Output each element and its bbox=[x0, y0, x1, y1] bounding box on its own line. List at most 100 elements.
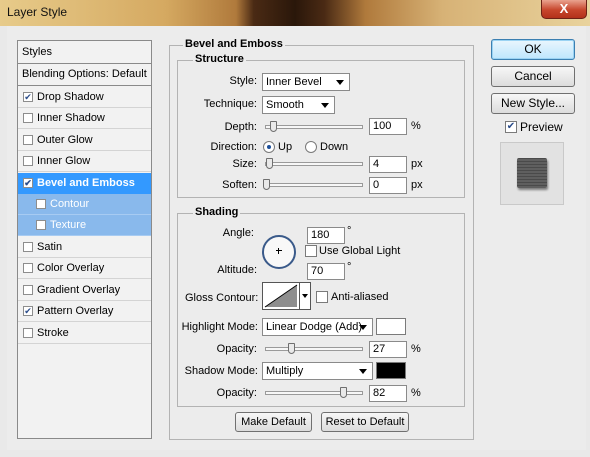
outer-glow-checkbox[interactable] bbox=[23, 135, 33, 145]
anti-aliased-checkbox[interactable] bbox=[316, 291, 328, 303]
depth-input[interactable]: 100 bbox=[369, 118, 407, 135]
close-button[interactable]: X bbox=[541, 0, 587, 19]
highlight-color-swatch[interactable] bbox=[376, 318, 406, 335]
style-item-label: Pattern Overlay bbox=[37, 305, 114, 317]
altitude-input[interactable]: 70 bbox=[307, 263, 345, 280]
shadow-mode-select[interactable]: Multiply bbox=[262, 362, 373, 380]
preview-label: Preview bbox=[520, 120, 563, 134]
soften-input[interactable]: 0 bbox=[369, 177, 407, 194]
reset-default-button[interactable]: Reset to Default bbox=[321, 412, 409, 432]
shadow-opacity-unit: % bbox=[411, 387, 421, 399]
style-label: Style: bbox=[229, 75, 257, 87]
style-item-inner-glow[interactable]: Inner Glow bbox=[18, 151, 151, 172]
shading-title: Shading bbox=[193, 206, 241, 218]
gradient-overlay-checkbox[interactable] bbox=[23, 285, 33, 295]
highlight-opacity-label: Opacity: bbox=[216, 343, 257, 355]
style-item-gradient-overlay[interactable]: Gradient Overlay bbox=[18, 280, 151, 301]
style-item-inner-shadow[interactable]: Inner Shadow bbox=[18, 108, 151, 129]
style-item-label: Inner Shadow bbox=[37, 112, 105, 124]
inner-glow-checkbox[interactable] bbox=[23, 156, 33, 166]
highlight-mode-value: Linear Dodge (Add) bbox=[266, 321, 363, 333]
direction-down-radio[interactable] bbox=[305, 141, 317, 153]
cancel-button[interactable]: Cancel bbox=[491, 66, 575, 87]
technique-select[interactable]: Smooth bbox=[262, 96, 335, 114]
color-overlay-checkbox[interactable] bbox=[23, 263, 33, 273]
style-item-label: Drop Shadow bbox=[37, 91, 104, 103]
preview-checkbox[interactable]: ✔ bbox=[505, 121, 517, 133]
style-item-bevel-emboss[interactable]: ✔ Bevel and Emboss bbox=[18, 173, 151, 194]
shadow-color-swatch[interactable] bbox=[376, 362, 406, 379]
styles-list: Styles Blending Options: Default ✔ Drop … bbox=[17, 40, 152, 439]
shadow-mode-label: Shadow Mode: bbox=[184, 365, 258, 377]
gloss-contour-label: Gloss Contour: bbox=[185, 292, 259, 304]
style-preview bbox=[500, 142, 564, 205]
chevron-down-icon bbox=[359, 369, 367, 374]
style-item-label: Gradient Overlay bbox=[37, 284, 121, 296]
gloss-contour-preview[interactable] bbox=[262, 282, 300, 310]
direction-down-label: Down bbox=[320, 141, 349, 153]
style-item-texture[interactable]: Texture bbox=[18, 215, 151, 236]
depth-slider-track[interactable] bbox=[265, 125, 363, 129]
title-bar: Layer Style X bbox=[0, 0, 590, 26]
size-input[interactable]: 4 bbox=[369, 156, 407, 173]
new-style-button[interactable]: New Style... bbox=[491, 93, 575, 114]
highlight-opacity-thumb[interactable] bbox=[288, 343, 295, 354]
highlight-opacity-input[interactable]: 27 bbox=[369, 341, 407, 358]
angle-unit: ° bbox=[347, 225, 352, 237]
style-item-label: Stroke bbox=[37, 327, 69, 339]
contour-curve-icon bbox=[264, 284, 298, 308]
highlight-mode-select[interactable]: Linear Dodge (Add) bbox=[262, 318, 373, 336]
blending-options-item[interactable]: Blending Options: Default bbox=[18, 64, 151, 86]
drop-shadow-checkbox[interactable]: ✔ bbox=[23, 92, 33, 102]
chevron-down-icon bbox=[336, 80, 344, 85]
angle-input[interactable]: 180 bbox=[307, 227, 345, 244]
style-item-color-overlay[interactable]: Color Overlay bbox=[18, 258, 151, 279]
style-item-label: Inner Glow bbox=[37, 155, 91, 167]
satin-checkbox[interactable] bbox=[23, 242, 33, 252]
preview-thumbnail bbox=[517, 158, 547, 188]
anti-aliased-label: Anti-aliased bbox=[331, 291, 389, 303]
angle-dial[interactable] bbox=[262, 235, 296, 269]
style-item-drop-shadow[interactable]: ✔ Drop Shadow bbox=[18, 87, 151, 108]
gloss-contour-dropdown[interactable] bbox=[300, 282, 311, 310]
window-title: Layer Style bbox=[7, 5, 68, 19]
technique-select-value: Smooth bbox=[266, 99, 304, 111]
inner-shadow-checkbox[interactable] bbox=[23, 113, 33, 123]
soften-slider-track[interactable] bbox=[265, 183, 363, 187]
style-item-contour[interactable]: Contour bbox=[18, 194, 151, 215]
depth-unit: % bbox=[411, 120, 421, 132]
style-item-label: Bevel and Emboss bbox=[37, 177, 135, 189]
style-select[interactable]: Inner Bevel bbox=[262, 73, 350, 91]
chevron-down-icon bbox=[321, 103, 329, 108]
size-slider-track[interactable] bbox=[265, 162, 363, 166]
styles-header[interactable]: Styles bbox=[18, 41, 151, 64]
shadow-opacity-input[interactable]: 82 bbox=[369, 385, 407, 402]
shadow-opacity-thumb[interactable] bbox=[340, 387, 347, 398]
shadow-opacity-track[interactable] bbox=[265, 391, 363, 395]
soften-label: Soften: bbox=[222, 179, 257, 191]
style-item-satin[interactable]: Satin bbox=[18, 237, 151, 258]
altitude-label: Altitude: bbox=[217, 264, 257, 276]
shadow-opacity-label: Opacity: bbox=[216, 387, 257, 399]
contour-checkbox[interactable] bbox=[36, 199, 46, 209]
pattern-overlay-checkbox[interactable]: ✔ bbox=[23, 306, 33, 316]
style-item-label: Color Overlay bbox=[37, 262, 105, 274]
global-light-checkbox[interactable] bbox=[305, 245, 317, 257]
bevel-emboss-checkbox[interactable]: ✔ bbox=[23, 178, 33, 188]
depth-slider-thumb[interactable] bbox=[270, 121, 277, 132]
style-item-pattern-overlay[interactable]: ✔ Pattern Overlay bbox=[18, 301, 151, 322]
ok-button[interactable]: OK bbox=[491, 39, 575, 60]
size-slider-thumb[interactable] bbox=[266, 158, 273, 169]
style-item-label: Satin bbox=[37, 241, 63, 253]
style-item-outer-glow[interactable]: Outer Glow bbox=[18, 130, 151, 151]
soften-slider-thumb[interactable] bbox=[263, 179, 270, 190]
size-unit: px bbox=[411, 158, 423, 170]
direction-up-radio[interactable] bbox=[263, 141, 275, 153]
make-default-button[interactable]: Make Default bbox=[235, 412, 312, 432]
texture-checkbox[interactable] bbox=[36, 220, 46, 230]
highlight-opacity-track[interactable] bbox=[265, 347, 363, 351]
structure-title: Structure bbox=[193, 53, 246, 65]
style-item-stroke[interactable]: Stroke bbox=[18, 323, 151, 344]
stroke-checkbox[interactable] bbox=[23, 328, 33, 338]
highlight-mode-label: Highlight Mode: bbox=[181, 321, 258, 333]
